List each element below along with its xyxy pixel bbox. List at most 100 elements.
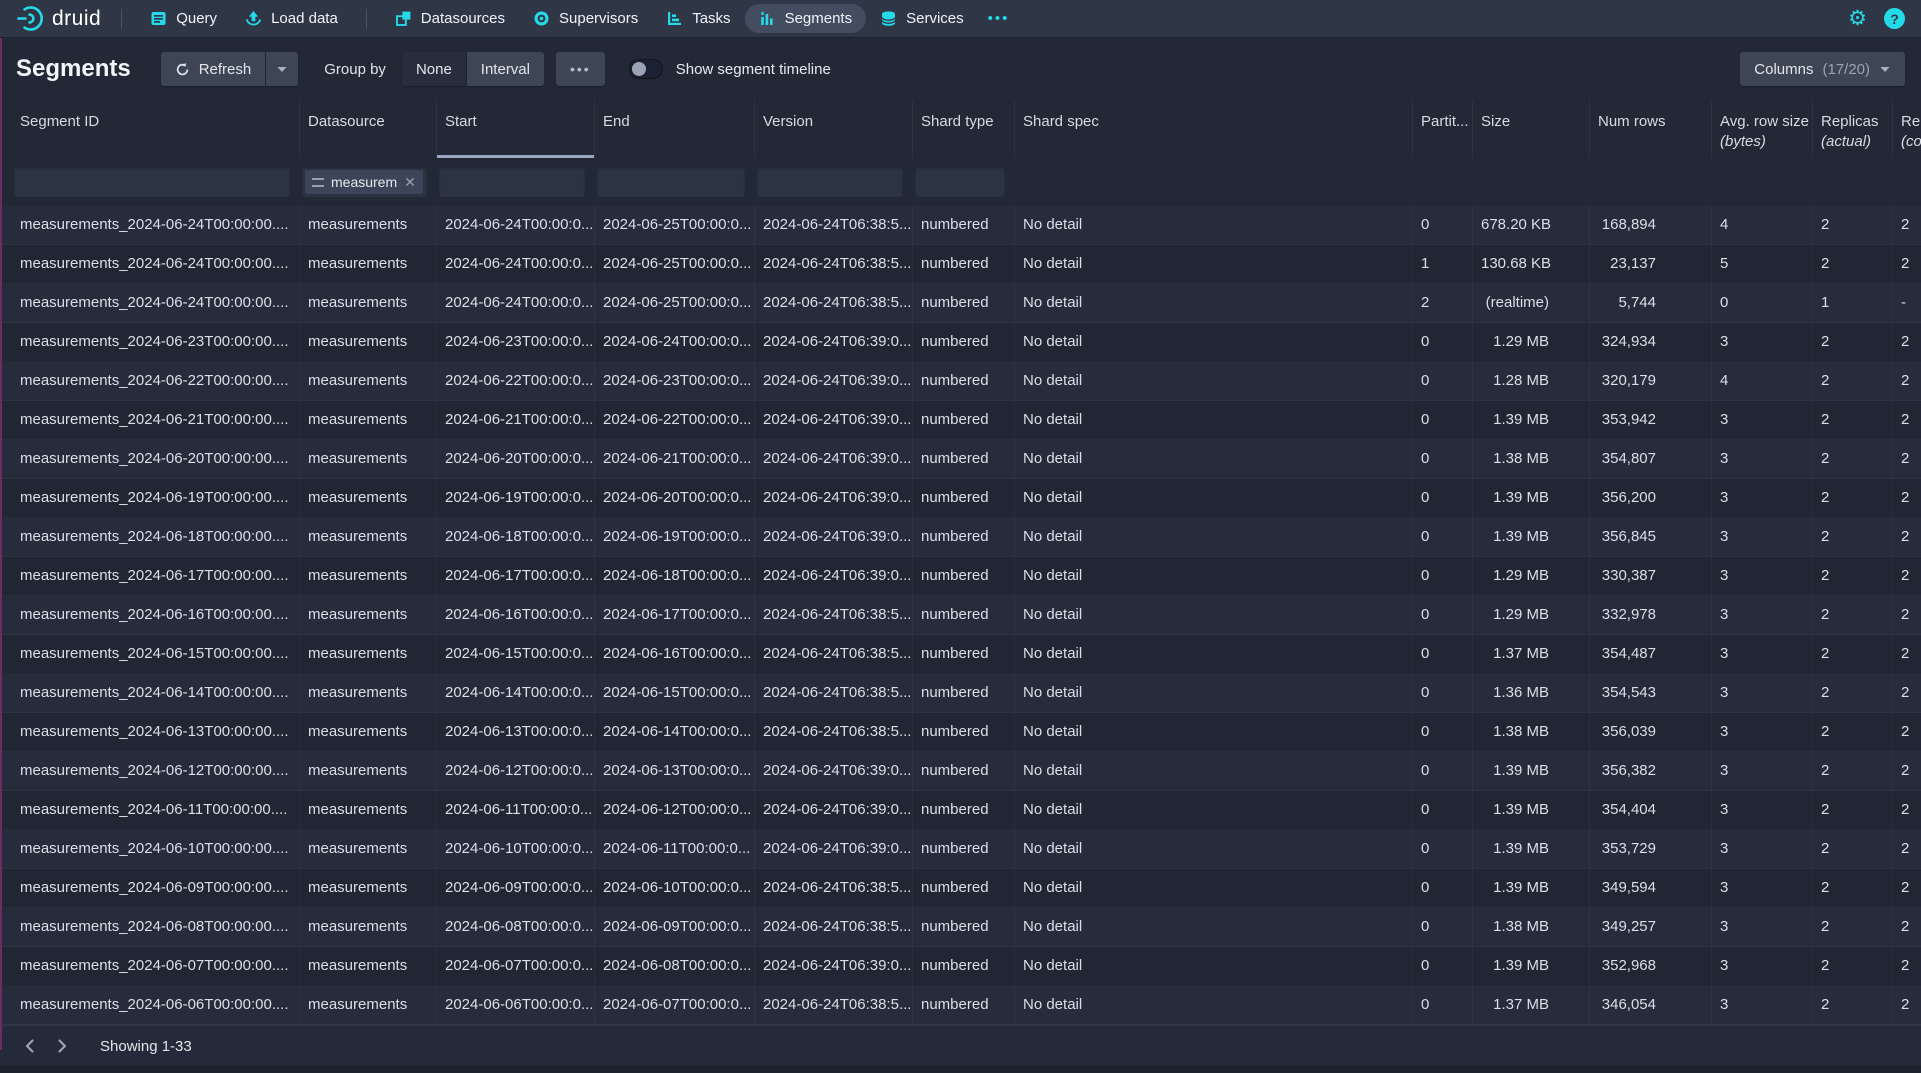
table-row[interactable]: measurements_2024-06-12T00:00:00....meas… (0, 752, 1921, 791)
cell-numRows: 356,382 (1590, 752, 1712, 790)
cell-shardSpec: No detail (1015, 713, 1413, 751)
nav-item-services[interactable]: Services (866, 4, 978, 33)
help-icon[interactable]: ? (1884, 8, 1905, 29)
column-header-partition[interactable]: Partit... (1413, 100, 1473, 158)
nav-item-supervisors[interactable]: Supervisors (519, 4, 652, 33)
nav-item-tasks[interactable]: Tasks (652, 4, 744, 33)
column-header-replicas[interactable]: Replicas(actual) (1813, 100, 1893, 158)
group-by-none-button[interactable]: None (402, 52, 466, 86)
table-row[interactable]: measurements_2024-06-20T00:00:00....meas… (0, 440, 1921, 479)
column-header-end[interactable]: End (595, 100, 755, 158)
segment-timeline-toggle[interactable] (629, 59, 663, 79)
table-row[interactable]: measurements_2024-06-07T00:00:00....meas… (0, 947, 1921, 986)
table-row[interactable]: measurements_2024-06-24T00:00:00....meas… (0, 245, 1921, 284)
datasource-filter-tag[interactable]: measurem✕ (305, 170, 423, 194)
table-row[interactable]: measurements_2024-06-13T00:00:00....meas… (0, 713, 1921, 752)
cell-size: 1.39 MB (1473, 830, 1590, 868)
refresh-button[interactable]: Refresh (161, 52, 266, 86)
cell-numRows: 349,594 (1590, 869, 1712, 907)
settings-gear-icon[interactable]: ⚙ (1848, 8, 1867, 29)
segment-timeline-label: Show segment timeline (676, 61, 831, 78)
cell-end: 2024-06-25T00:00:0... (595, 284, 755, 322)
cell-size: (realtime) (1473, 284, 1590, 322)
cell-replFactor: 2 (1893, 908, 1921, 946)
previous-page-button[interactable] (14, 1030, 46, 1062)
druid-logo[interactable]: druid (16, 5, 101, 32)
column-header-replFactor[interactable]: Replication factor(configured) (1893, 100, 1921, 158)
cell-segmentId: measurements_2024-06-16T00:00:00.... (12, 596, 300, 634)
table-row[interactable]: measurements_2024-06-22T00:00:00....meas… (0, 362, 1921, 401)
cell-avgRowSize: 3 (1712, 908, 1813, 946)
cell-version: 2024-06-24T06:38:5... (755, 674, 913, 712)
cell-avgRowSize: 3 (1712, 986, 1813, 1024)
cell-shardSpec: No detail (1015, 518, 1413, 556)
remove-filter-icon[interactable]: ✕ (404, 174, 416, 191)
group-by-interval-button[interactable]: Interval (467, 52, 544, 86)
filter-cell-numRows (1590, 158, 1712, 206)
table-row[interactable]: measurements_2024-06-21T00:00:00....meas… (0, 401, 1921, 440)
columns-label: Columns (1754, 61, 1813, 78)
columns-button[interactable]: Columns (17/20) (1740, 52, 1905, 86)
next-page-button[interactable] (46, 1030, 78, 1062)
nav-item-load-data[interactable]: Load data (231, 4, 352, 33)
chevron-down-icon (1879, 65, 1891, 74)
table-row[interactable]: measurements_2024-06-08T00:00:00....meas… (0, 908, 1921, 947)
cell-version: 2024-06-24T06:38:5... (755, 908, 913, 946)
table-row[interactable]: measurements_2024-06-24T00:00:00....meas… (0, 206, 1921, 245)
cell-shardType: numbered (913, 362, 1015, 400)
column-header-shardType[interactable]: Shard type (913, 100, 1015, 158)
nav-item-segments[interactable]: Segments (745, 4, 867, 33)
cell-shardSpec: No detail (1015, 596, 1413, 634)
cell-segmentId: measurements_2024-06-11T00:00:00.... (12, 791, 300, 829)
cell-replFactor: 2 (1893, 986, 1921, 1024)
cell-segmentId: measurements_2024-06-14T00:00:00.... (12, 674, 300, 712)
column-header-shardSpec[interactable]: Shard spec (1015, 100, 1413, 158)
table-row[interactable]: measurements_2024-06-16T00:00:00....meas… (0, 596, 1921, 635)
filter-input-start[interactable] (439, 167, 585, 197)
nav-item-query[interactable]: Query (136, 4, 231, 33)
cell-segmentId: measurements_2024-06-10T00:00:00.... (12, 830, 300, 868)
column-header-version[interactable]: Version (755, 100, 913, 158)
table-row[interactable]: measurements_2024-06-06T00:00:00....meas… (0, 986, 1921, 1025)
table-row[interactable]: measurements_2024-06-18T00:00:00....meas… (0, 518, 1921, 557)
more-options-button[interactable]: ••• (556, 52, 605, 86)
cell-avgRowSize: 3 (1712, 791, 1813, 829)
filter-input-shardType[interactable] (915, 167, 1005, 197)
segments-icon (759, 10, 776, 27)
column-header-datasource[interactable]: Datasource (300, 100, 437, 158)
filter-input-end[interactable] (597, 167, 745, 197)
filter-input-version[interactable] (757, 167, 903, 197)
cell-segmentId: measurements_2024-06-24T00:00:00.... (12, 284, 300, 322)
cell-shardType: numbered (913, 596, 1015, 634)
filter-input-datasource[interactable]: measurem✕ (302, 167, 427, 197)
cell-replFactor: 2 (1893, 869, 1921, 907)
column-header-start[interactable]: Start (437, 100, 595, 158)
table-row[interactable]: measurements_2024-06-15T00:00:00....meas… (0, 635, 1921, 674)
nav-item-datasources[interactable]: Datasources (381, 4, 519, 33)
cell-replFactor: 2 (1893, 947, 1921, 985)
column-header-numRows[interactable]: Num rows (1590, 100, 1712, 158)
table-row[interactable]: measurements_2024-06-14T00:00:00....meas… (0, 674, 1921, 713)
filter-input-segmentId[interactable] (14, 167, 290, 197)
table-row[interactable]: measurements_2024-06-23T00:00:00....meas… (0, 323, 1921, 362)
table-row[interactable]: measurements_2024-06-11T00:00:00....meas… (0, 791, 1921, 830)
table-row[interactable]: measurements_2024-06-19T00:00:00....meas… (0, 479, 1921, 518)
table-row[interactable]: measurements_2024-06-10T00:00:00....meas… (0, 830, 1921, 869)
cell-shardType: numbered (913, 401, 1015, 439)
table-row[interactable]: measurements_2024-06-09T00:00:00....meas… (0, 869, 1921, 908)
load-data-icon (245, 10, 262, 27)
column-header-segmentId[interactable]: Segment ID (12, 100, 300, 158)
nav-more-button[interactable]: ••• (978, 4, 1020, 33)
cell-replFactor: 2 (1893, 518, 1921, 556)
column-header-avgRowSize[interactable]: Avg. row size(bytes) (1712, 100, 1813, 158)
column-header-size[interactable]: Size (1473, 100, 1590, 158)
cell-avgRowSize: 3 (1712, 440, 1813, 478)
cell-segmentId: measurements_2024-06-18T00:00:00.... (12, 518, 300, 556)
filter-cell-version (755, 158, 913, 206)
table-row[interactable]: measurements_2024-06-17T00:00:00....meas… (0, 557, 1921, 596)
nav-item-label: Load data (271, 10, 338, 27)
cell-replFactor: 2 (1893, 206, 1921, 244)
table-row[interactable]: measurements_2024-06-24T00:00:00....meas… (0, 284, 1921, 323)
cell-segmentId: measurements_2024-06-24T00:00:00.... (12, 245, 300, 283)
refresh-dropdown-button[interactable] (266, 52, 298, 86)
